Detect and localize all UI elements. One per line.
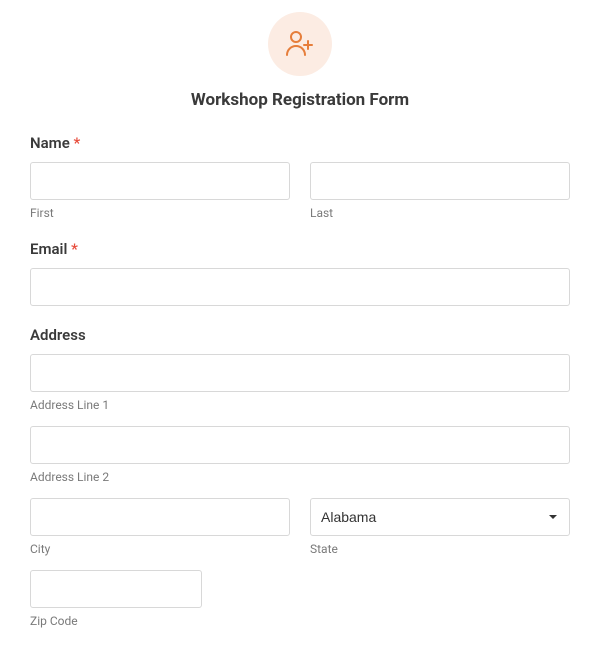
person-add-icon (283, 27, 317, 61)
zip-sublabel: Zip Code (30, 614, 202, 628)
first-name-sublabel: First (30, 206, 290, 220)
address-line1-sublabel: Address Line 1 (30, 398, 570, 412)
first-name-input[interactable] (30, 162, 290, 200)
email-input[interactable] (30, 268, 570, 306)
name-required: * (74, 134, 81, 152)
last-name-sublabel: Last (310, 206, 570, 220)
zip-input[interactable] (30, 570, 202, 608)
address-label: Address (30, 326, 570, 344)
address-line1-input[interactable] (30, 354, 570, 392)
city-input[interactable] (30, 498, 290, 536)
name-label-text: Name (30, 134, 70, 152)
address-line2-input[interactable] (30, 426, 570, 464)
email-label: Email * (30, 240, 570, 258)
last-name-input[interactable] (310, 162, 570, 200)
form-icon-circle (268, 12, 332, 76)
name-label: Name * (30, 134, 570, 152)
email-label-text: Email (30, 240, 67, 258)
email-required: * (71, 240, 78, 258)
form-icon-wrap (30, 12, 570, 76)
city-sublabel: City (30, 542, 290, 556)
address-line2-sublabel: Address Line 2 (30, 470, 570, 484)
state-select[interactable]: Alabama (310, 498, 570, 536)
state-sublabel: State (310, 542, 570, 556)
form-title: Workshop Registration Form (30, 90, 570, 110)
